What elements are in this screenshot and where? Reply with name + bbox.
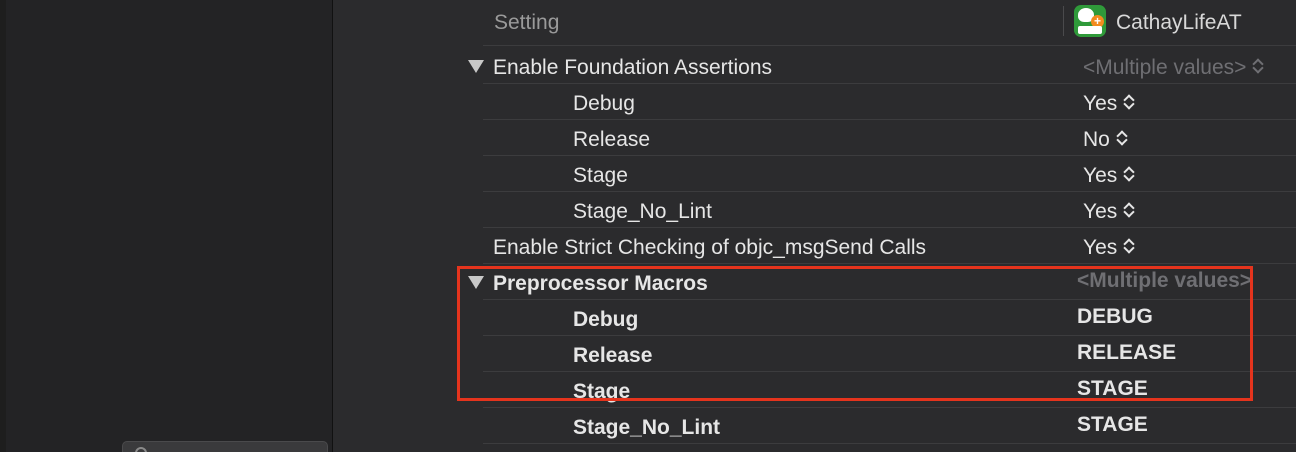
- project-navigator-pane: [6, 0, 333, 452]
- setting-value[interactable]: STAGE: [1077, 377, 1148, 401]
- config-name: Stage: [573, 380, 631, 403]
- setting-value[interactable]: DEBUG: [1077, 305, 1153, 329]
- setting-value[interactable]: <Multiple values>: [1077, 269, 1252, 293]
- stepper-icon[interactable]: [1252, 57, 1264, 75]
- setting-value[interactable]: Yes: [1083, 200, 1135, 224]
- setting-row-debug[interactable]: Debug Yes: [483, 84, 1296, 120]
- xcode-build-settings-window: Setting + CathayLifeAT Enable Foundation…: [0, 0, 1296, 452]
- settings-header: Setting + CathayLifeAT: [483, 0, 1296, 46]
- setting-row-preprocessor-macros[interactable]: Preprocessor Macros <Multiple values>: [468, 264, 1296, 300]
- setting-row-release[interactable]: Release No: [483, 120, 1296, 156]
- setting-value[interactable]: STAGE: [1077, 413, 1148, 437]
- setting-row-stage[interactable]: Stage Yes: [483, 156, 1296, 192]
- app-icon-band: [1078, 26, 1102, 34]
- config-name: Release: [573, 344, 653, 367]
- config-name: Debug: [573, 308, 639, 331]
- setting-value[interactable]: Yes: [1083, 92, 1135, 116]
- stepper-icon[interactable]: [1123, 93, 1135, 111]
- setting-value[interactable]: Yes: [1083, 236, 1135, 260]
- setting-row-debug[interactable]: Debug DEBUG: [483, 300, 1296, 336]
- setting-row-stage-no-lint[interactable]: Stage_No_Lint Yes: [483, 192, 1296, 228]
- disclosure-triangle-icon[interactable]: [468, 60, 484, 73]
- config-name: Stage_No_Lint: [573, 416, 721, 439]
- setting-row-enable-foundation-assertions[interactable]: Enable Foundation Assertions <Multiple v…: [468, 48, 1296, 84]
- config-name: Stage: [573, 164, 628, 187]
- config-name: Stage_No_Lint: [573, 200, 712, 223]
- setting-value[interactable]: No: [1083, 128, 1128, 152]
- stepper-icon[interactable]: [1123, 201, 1135, 219]
- navigator-filter-field[interactable]: [122, 441, 328, 452]
- setting-value[interactable]: <Multiple values>: [1083, 56, 1264, 80]
- setting-value[interactable]: Yes: [1083, 164, 1135, 188]
- setting-name: Enable Foundation Assertions: [493, 56, 773, 79]
- config-name: Release: [573, 128, 651, 151]
- row-divider: [483, 443, 1296, 444]
- setting-row-stage-no-lint[interactable]: Stage_No_Lint STAGE: [483, 408, 1296, 444]
- filter-icon: [135, 447, 147, 452]
- column-divider[interactable]: [1063, 6, 1064, 36]
- cathaylife-app-icon: +: [1074, 5, 1106, 37]
- stepper-icon[interactable]: [1123, 237, 1135, 255]
- setting-column-header[interactable]: Setting: [494, 11, 559, 35]
- setting-value[interactable]: RELEASE: [1077, 341, 1176, 365]
- setting-row-stage[interactable]: Stage STAGE: [483, 372, 1296, 408]
- setting-name: Enable Strict Checking of objc_msgSend C…: [493, 236, 927, 259]
- disclosure-triangle-icon[interactable]: [468, 276, 484, 289]
- setting-row-strict-objc-msgsend[interactable]: Enable Strict Checking of objc_msgSend C…: [483, 228, 1296, 264]
- setting-name: Preprocessor Macros: [493, 272, 708, 295]
- config-name: Debug: [573, 92, 635, 115]
- target-column-header[interactable]: CathayLifeAT: [1116, 11, 1242, 35]
- stepper-icon[interactable]: [1116, 129, 1128, 147]
- stepper-icon[interactable]: [1123, 165, 1135, 183]
- build-settings-editor: Setting + CathayLifeAT Enable Foundation…: [333, 0, 1296, 452]
- setting-row-release[interactable]: Release RELEASE: [483, 336, 1296, 372]
